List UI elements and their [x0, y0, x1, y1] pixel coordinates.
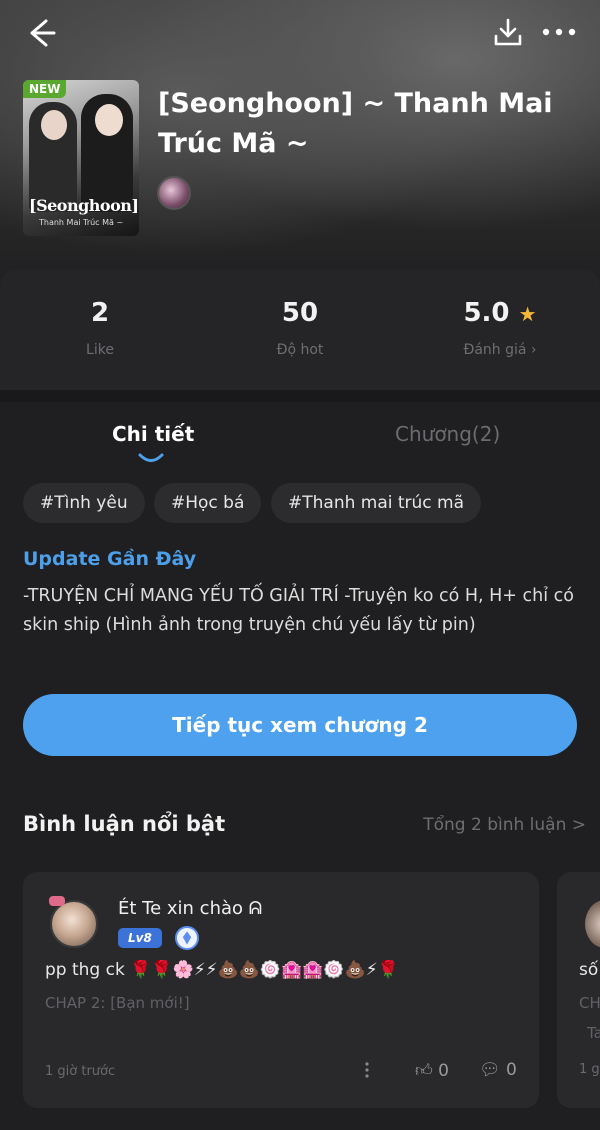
like-button[interactable]: 👍︎ 0 [415, 1060, 449, 1081]
tabs-bar: Chi tiết Chương(2) [0, 402, 600, 472]
new-badge: NEW [23, 80, 67, 98]
top-bar [0, 14, 600, 54]
stat-like: 2 Like [0, 298, 200, 358]
star-icon: ★ [518, 302, 537, 326]
comment-card[interactable]: Ét Te xin chào ᕱ Lv8 pp thg ck 🌹🌹🌸⚡⚡💩💩🍥🏩… [23, 872, 539, 1108]
cover-face-right [95, 104, 123, 136]
cover-face-left [41, 110, 67, 140]
story-cover[interactable]: NEW [Seonghoon] Thanh Mai Trúc Mã ~ [23, 80, 139, 236]
stat-hot-value: 50 [281, 298, 319, 328]
comment-chapter: CH [579, 994, 600, 1012]
section-divider [0, 390, 600, 402]
tab-active-indicator [138, 453, 164, 462]
author-avatar[interactable] [157, 176, 191, 210]
stat-rating[interactable]: 5.0 ★ Đánh giá › [400, 298, 600, 358]
stat-rating-label: Đánh giá › [463, 342, 537, 358]
reply-count: 0 [506, 1060, 517, 1080]
tag-childhood-friends[interactable]: #Thanh mai trúc mã [271, 483, 482, 523]
comment-card-next[interactable]: số CH Ta 1 g [557, 872, 600, 1108]
cover-subtitle: Thanh Mai Trúc Mã ~ [39, 218, 124, 227]
level-badge: Lv8 [118, 928, 162, 948]
comment-time: 1 giờ trước [45, 1064, 116, 1079]
thumbs-up-icon: 👍︎ [415, 1061, 433, 1081]
stat-like-value: 2 [90, 298, 110, 328]
chat-bubble-icon: 💬︎ [479, 1060, 501, 1080]
tag-study[interactable]: #Học bá [154, 483, 262, 523]
continue-reading-button[interactable]: Tiếp tục xem chương 2 [23, 694, 577, 756]
more-vertical-icon[interactable] [361, 1060, 373, 1080]
cover-title: [Seonghoon] [29, 196, 139, 215]
arrow-left-icon[interactable] [24, 16, 58, 50]
update-description: -TRUYỆN CHỈ MANG YẾU TỐ GIẢI TRÍ -Truyện… [23, 586, 574, 635]
more-horizontal-icon[interactable] [540, 16, 580, 48]
stat-hot-label: Độ hot [276, 342, 324, 358]
like-count: 0 [438, 1061, 449, 1081]
comment-time: 1 g [579, 1062, 600, 1077]
comment-text: số [579, 960, 599, 980]
update-title: Update Gần Đây [23, 548, 197, 570]
download-icon[interactable] [492, 16, 524, 48]
diamond-badge-icon [175, 926, 199, 950]
comments-section-title: Bình luận nổi bật [23, 812, 226, 836]
stat-like-label: Like [86, 342, 114, 358]
reply-button[interactable]: 💬︎ 0 [479, 1060, 517, 1080]
avatar-bow-decoration [49, 896, 65, 906]
stats-card: 2 Like 50 Độ hot 5.0 ★ Đánh giá › [0, 270, 600, 390]
stat-hot: 50 Độ hot [200, 298, 400, 358]
comment-chapter[interactable]: CHAP 2: [Bạn mới!] [45, 994, 190, 1012]
commenter-avatar [585, 900, 600, 948]
tab-detail[interactable]: Chi tiết [112, 422, 194, 446]
tab-chapters[interactable]: Chương(2) [395, 422, 500, 446]
story-title: [Seonghoon] ~ Thanh Mai Trúc Mã ~ [158, 88, 553, 159]
commenter-name[interactable]: Ét Te xin chào ᕱ [118, 898, 262, 919]
comment-text: pp thg ck 🌹🌹🌸⚡⚡💩💩🍥🏩🏩🍥💩⚡🌹 [45, 960, 399, 980]
comment-chapter-extra: Ta [587, 1024, 600, 1042]
tag-love[interactable]: #Tình yêu [23, 483, 145, 523]
stat-rating-value: 5.0 [463, 298, 510, 328]
commenter-avatar[interactable] [50, 900, 98, 948]
comments-total-link[interactable]: Tổng 2 bình luận > [423, 815, 586, 835]
